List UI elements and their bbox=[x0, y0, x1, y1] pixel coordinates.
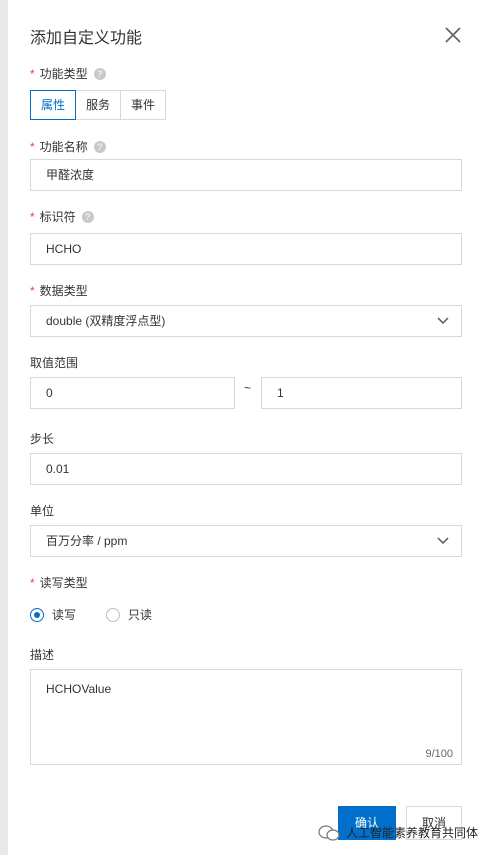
unit-label-text: 单位 bbox=[30, 504, 55, 518]
backdrop bbox=[0, 0, 8, 855]
function-name-input[interactable]: 甲醛浓度 bbox=[30, 159, 462, 191]
close-icon bbox=[445, 27, 461, 43]
char-counter: 9/100 bbox=[425, 748, 453, 760]
add-function-dialog: 添加自定义功能 * 功能类型 ? 属性 服务 事件 * 功能名称 ? 甲醛浓度 … bbox=[8, 0, 487, 855]
radio-unchecked-icon bbox=[106, 607, 121, 622]
data-type-label-text: 数据类型 bbox=[39, 284, 88, 298]
segment-service[interactable]: 服务 bbox=[75, 90, 122, 120]
identifier-label-text: 标识符 bbox=[39, 210, 76, 224]
segment-event[interactable]: 事件 bbox=[120, 90, 167, 120]
required-mark: * bbox=[30, 140, 35, 154]
rw-type-label: * 读写类型 bbox=[30, 575, 88, 591]
range-separator: ~ bbox=[244, 381, 252, 395]
step-input[interactable]: 0.01 bbox=[30, 453, 462, 485]
radio-checked-icon bbox=[30, 607, 44, 622]
function-name-label: * 功能名称 ? bbox=[30, 139, 106, 155]
radio-read-write[interactable]: 读写 bbox=[30, 606, 76, 623]
description-label-text: 描述 bbox=[30, 648, 55, 662]
data-type-value: double (双精度浮点型) bbox=[46, 314, 166, 328]
segment-property[interactable]: 属性 bbox=[30, 90, 77, 120]
unit-select[interactable]: 百万分率 / ppm bbox=[30, 525, 462, 557]
description-textarea[interactable]: HCHOValue 9/100 bbox=[30, 669, 462, 765]
chevron-down-icon bbox=[437, 536, 449, 546]
function-type-segmented: 属性 服务 事件 bbox=[30, 90, 167, 120]
function-type-label: * 功能类型 ? bbox=[30, 66, 106, 82]
help-icon[interactable]: ? bbox=[93, 68, 106, 80]
radio-read-only[interactable]: 只读 bbox=[106, 606, 152, 623]
range-min-input[interactable]: 0 bbox=[30, 377, 235, 409]
step-label: 步长 bbox=[30, 431, 54, 447]
dialog-title: 添加自定义功能 bbox=[30, 30, 143, 47]
rw-type-label-text: 读写类型 bbox=[39, 576, 88, 590]
required-mark: * bbox=[30, 576, 35, 590]
required-mark: * bbox=[30, 210, 35, 224]
help-icon[interactable]: ? bbox=[93, 141, 106, 153]
range-label-text: 取值范围 bbox=[30, 356, 79, 370]
function-name-label-text: 功能名称 bbox=[39, 140, 88, 154]
step-label-text: 步长 bbox=[30, 432, 55, 446]
unit-value: 百万分率 / ppm bbox=[46, 534, 128, 548]
description-label: 描述 bbox=[30, 647, 54, 663]
watermark-text: 人工智能素养教育共同体 bbox=[346, 826, 479, 840]
radio-read-only-label: 只读 bbox=[128, 608, 153, 622]
wechat-icon bbox=[318, 824, 340, 841]
help-icon[interactable]: ? bbox=[81, 211, 94, 223]
identifier-input[interactable]: HCHO bbox=[30, 233, 462, 265]
identifier-label: * 标识符 ? bbox=[30, 209, 94, 225]
data-type-select[interactable]: double (双精度浮点型) bbox=[30, 305, 462, 337]
watermark: 人工智能素养教育共同体 bbox=[318, 824, 478, 841]
unit-label: 单位 bbox=[30, 503, 54, 519]
required-mark: * bbox=[30, 284, 35, 298]
description-value: HCHOValue bbox=[46, 682, 112, 696]
radio-read-write-label: 读写 bbox=[52, 608, 77, 622]
data-type-label: * 数据类型 bbox=[30, 283, 88, 299]
close-button[interactable] bbox=[444, 26, 462, 44]
range-max-input[interactable]: 1 bbox=[261, 377, 462, 409]
required-mark: * bbox=[30, 67, 35, 81]
function-type-label-text: 功能类型 bbox=[39, 67, 88, 81]
chevron-down-icon bbox=[437, 316, 449, 326]
range-label: 取值范围 bbox=[30, 355, 78, 371]
rw-type-radio-group: 读写 只读 bbox=[30, 606, 182, 623]
